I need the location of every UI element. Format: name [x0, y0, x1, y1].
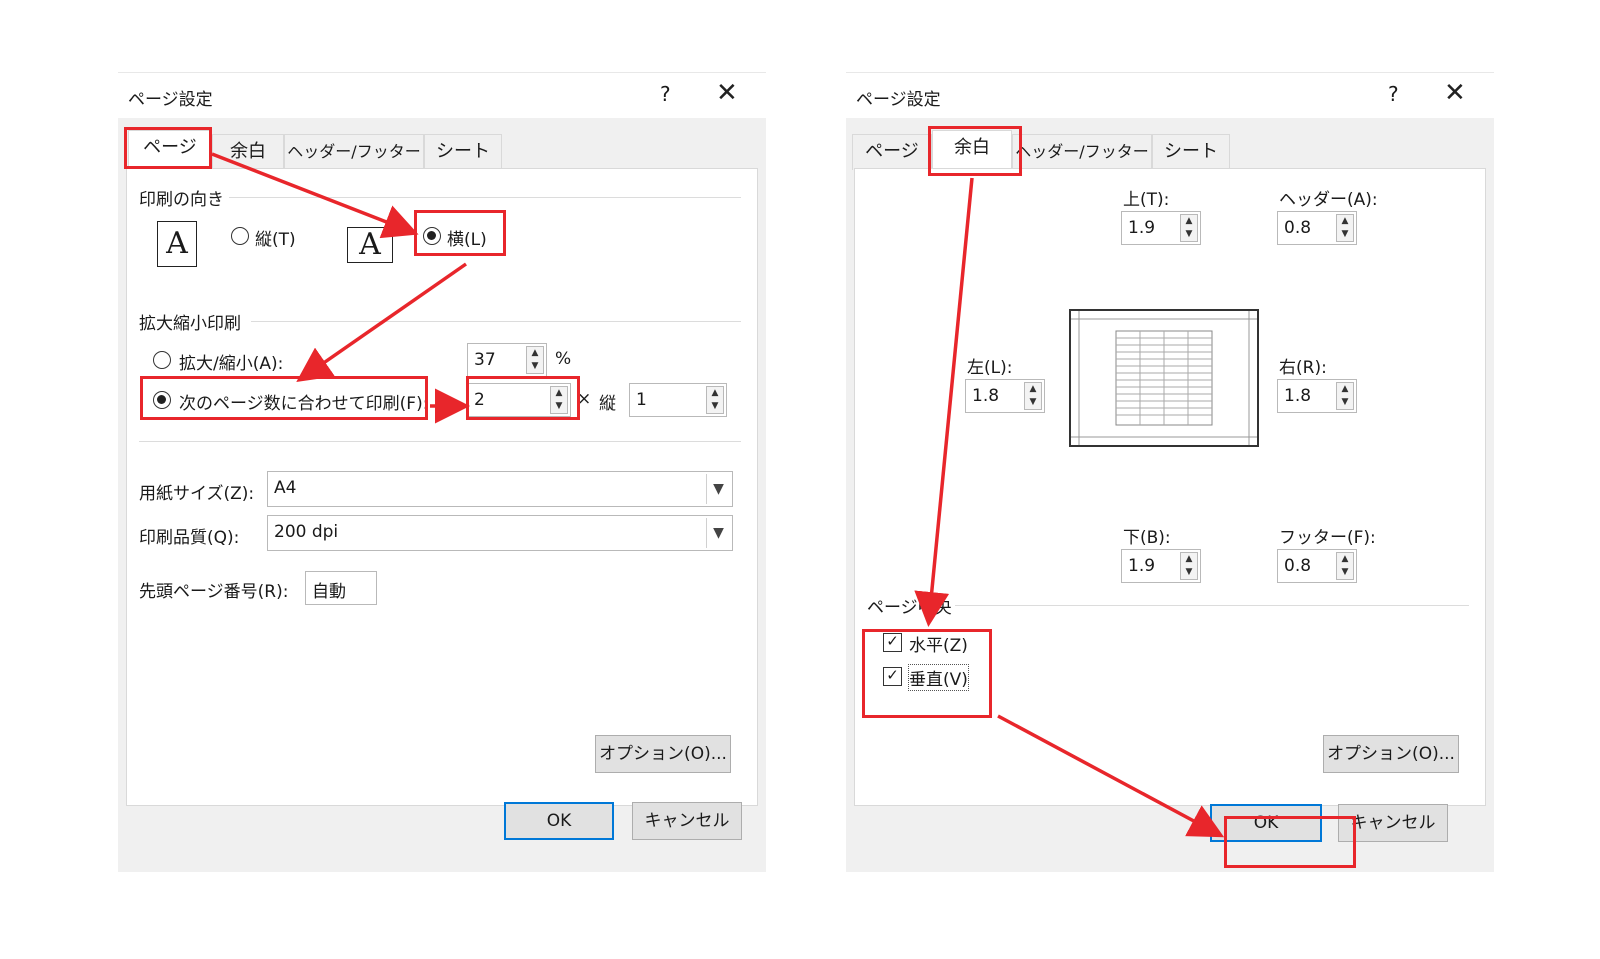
arrow-center-to-ok [997, 714, 1225, 838]
arrow-landscape-to-fit [296, 262, 467, 382]
arrow-margins-to-center [914, 177, 974, 627]
arrow-page-to-landscape [211, 152, 419, 239]
annotation-arrows [211, 152, 1225, 838]
